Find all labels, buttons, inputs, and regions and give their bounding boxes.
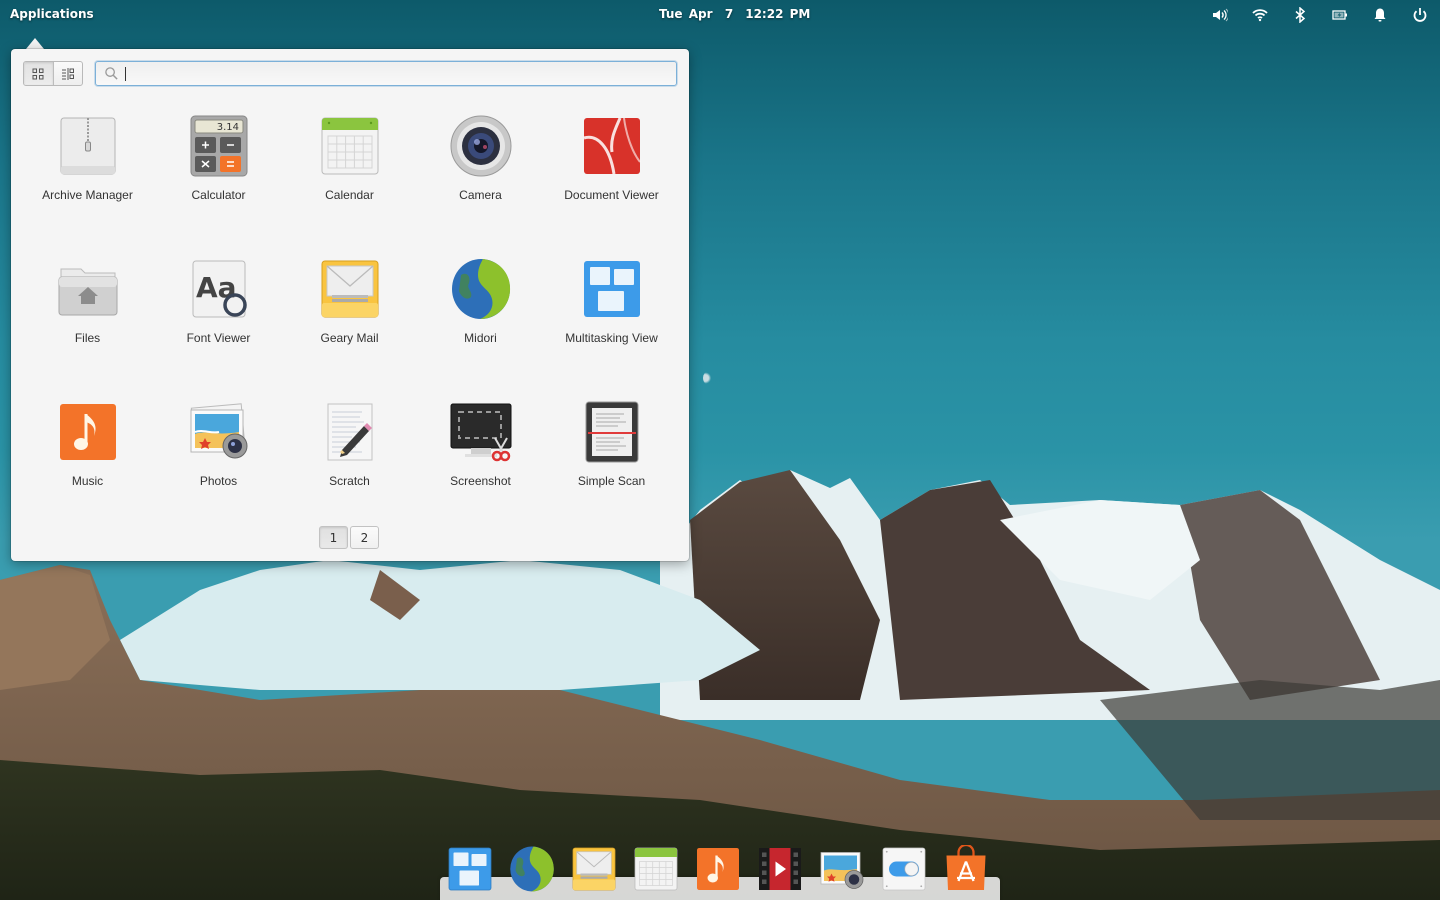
grid-view-button[interactable] [24,62,54,85]
view-mode-switcher [23,61,83,86]
page-2-button[interactable]: 2 [350,526,379,549]
category-view-button[interactable] [54,62,83,85]
app-screenshot[interactable]: Screenshot [415,395,546,538]
app-label: Archive Manager [42,188,133,202]
app-files[interactable]: Files [22,252,153,395]
dock-item-appcenter[interactable] [942,843,990,893]
dock-item-music[interactable] [694,845,742,893]
bluetooth-icon [1295,7,1306,23]
app-label: Screenshot [450,474,511,488]
search-input[interactable] [126,66,666,81]
launcher-popover-arrow [26,38,44,49]
scratch-icon [327,403,372,461]
app-music[interactable]: Music [22,395,153,538]
app-midori[interactable]: Midori [415,252,546,395]
app-label: Geary Mail [320,331,379,345]
dock-item-system-settings[interactable] [880,845,928,893]
font-viewer-icon: Aa [192,260,247,318]
sound-indicator[interactable] [1200,0,1240,30]
dock-item-geary-mail[interactable] [570,845,618,893]
app-scratch[interactable]: Scratch [284,395,415,538]
app-document-viewer[interactable]: Document Viewer [546,109,677,252]
power-icon [1413,8,1427,22]
calendar-icon [634,847,678,891]
camera-icon [450,115,511,177]
videos-icon [759,848,801,890]
app-label: Camera [459,188,502,202]
power-indicator[interactable] [1320,0,1360,30]
app-label: Calculator [191,188,246,202]
battery-charging-icon [1332,10,1347,20]
app-label: Multitasking View [565,331,658,345]
app-photos[interactable]: Photos [153,395,284,538]
document-viewer-icon [583,117,641,175]
dock-item-videos[interactable] [756,845,804,893]
photos-icon [190,403,247,459]
music-icon [697,848,739,890]
font-glyph: Aa [196,271,237,304]
app-simple-scan[interactable]: Simple Scan [546,395,677,538]
datetime-indicator[interactable]: Tue Apr 7 12:22 PM [659,7,810,21]
multitasking-icon [448,847,492,891]
app-label: Font Viewer [186,331,251,345]
dock-item-calendar[interactable] [632,845,680,893]
app-label: Photos [199,474,238,488]
top-panel: Applications Tue Apr 7 12:22 PM [0,0,1440,30]
app-font-viewer[interactable]: Aa Font Viewer [153,252,284,395]
app-geary-mail[interactable]: Geary Mail [284,252,415,395]
calculator-icon: 3.14 [190,115,247,177]
app-camera[interactable]: Camera [415,109,546,252]
network-indicator[interactable] [1240,0,1280,30]
dock-item-photos[interactable] [818,845,866,893]
applications-launcher: Archive Manager 3.14 Calculator Calendar… [11,49,689,561]
moon [703,372,711,384]
mail-icon [572,847,616,891]
screenshot-icon [450,403,511,462]
multitasking-icon [583,261,640,317]
bell-icon [1374,8,1386,22]
app-label: Simple Scan [577,474,646,488]
app-label: Scratch [329,474,370,488]
app-label: Document Viewer [564,188,659,202]
simple-scan-icon [585,401,638,463]
calendar-icon [321,117,378,175]
settings-toggle-icon [882,847,926,891]
page-switcher: 1 2 [319,526,379,549]
page-1-button[interactable]: 1 [319,526,348,549]
midori-icon [451,259,510,319]
wifi-icon [1252,9,1268,22]
app-grid: Archive Manager 3.14 Calculator Calendar… [22,109,678,538]
applications-menu-button[interactable]: Applications [10,7,94,21]
midori-icon [510,846,554,892]
calculator-display: 3.14 [216,122,238,133]
indicator-area [1200,0,1440,30]
app-label: Calendar [325,188,374,202]
mail-icon [321,260,378,318]
app-calculator[interactable]: 3.14 Calculator [153,109,284,252]
app-archive-manager[interactable]: Archive Manager [22,109,153,252]
dock-item-multitasking-view[interactable] [446,845,494,893]
app-label: Music [71,474,104,488]
notifications-indicator[interactable] [1360,0,1400,30]
bluetooth-indicator[interactable] [1280,0,1320,30]
time-label: 12:22 PM [745,7,811,21]
app-label: Files [74,331,101,345]
category-list-icon [61,67,74,80]
date-label: Tue Apr 7 [659,7,734,21]
search-icon [105,67,118,80]
app-calendar[interactable]: Calendar [284,109,415,252]
session-indicator[interactable] [1400,0,1440,30]
app-label: Midori [464,331,497,345]
dock-item-midori[interactable] [508,845,556,893]
photos-icon [820,852,864,889]
grid-icon [32,68,44,79]
dock [446,843,990,897]
files-icon [58,268,117,316]
volume-high-icon [1213,8,1228,22]
app-multitasking-view[interactable]: Multitasking View [546,252,677,395]
archive-icon [60,117,115,175]
search-field[interactable] [95,61,677,86]
music-icon [59,404,116,460]
appcenter-icon [946,843,986,890]
